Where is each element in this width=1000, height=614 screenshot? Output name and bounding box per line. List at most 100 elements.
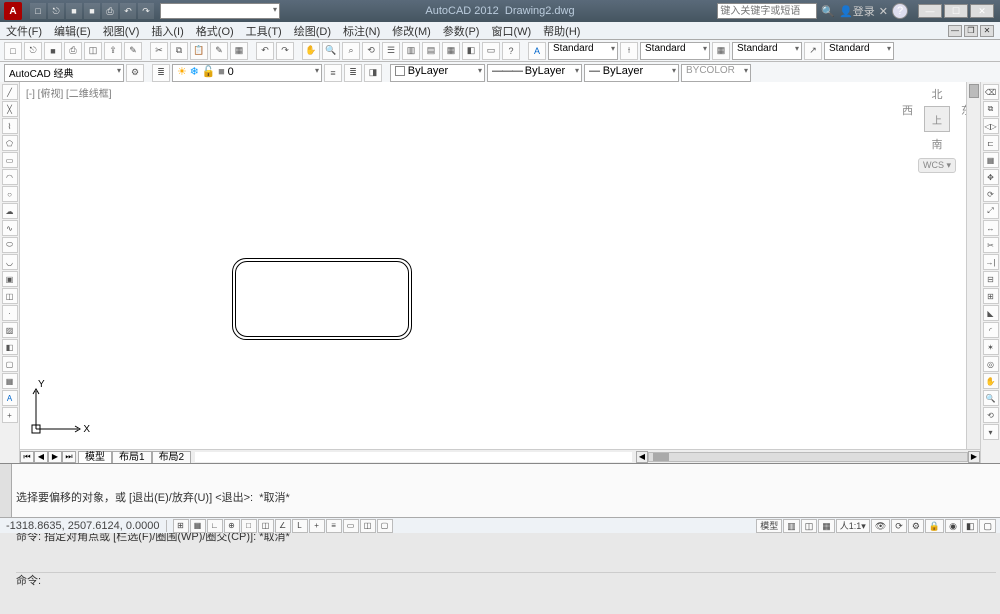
tab-layout1[interactable]: 布局1 [112,451,152,463]
tool-pal-icon[interactable]: ▤ [422,42,440,60]
menu-format[interactable]: 格式(O) [196,23,234,39]
status-qv2-icon[interactable]: ▦ [818,519,835,533]
qp-toggle[interactable]: ◫ [360,519,376,533]
props-icon[interactable]: ☰ [382,42,400,60]
ortho-toggle[interactable]: ∟ [207,519,223,533]
osnap-toggle[interactable]: □ [241,519,257,533]
new-icon[interactable]: □ [30,3,46,19]
doc-minimize-button[interactable]: — [948,25,962,37]
tpy-toggle[interactable]: ▭ [343,519,359,533]
open-icon[interactable]: ⎋ [48,3,64,19]
drawing-canvas[interactable]: [-] [俯视] [二维线框] 北 西上东 南 WCS ▾ Y X [20,82,980,449]
mleaderstyle-icon[interactable]: ↗ [804,42,822,60]
coordinates-readout[interactable]: -1318.8635, 2507.6124, 0.0000 [0,520,167,532]
navbar-zoom-icon[interactable]: 🔍 [983,390,999,406]
rectangle-icon[interactable]: ▭ [2,152,18,168]
rotate-icon[interactable]: ⟳ [983,186,999,202]
viewport-label[interactable]: [-] [俯视] [二维线框] [26,85,112,100]
xline-icon[interactable]: ╳ [2,101,18,117]
wcs-label[interactable]: WCS ▾ [918,158,956,173]
markup-icon[interactable]: ◧ [462,42,480,60]
model-paper-toggle[interactable]: 模型 [756,519,782,533]
tab-layout2[interactable]: 布局2 [152,451,192,463]
dimstyle-select[interactable]: Standard [640,42,710,60]
tablestyle-select[interactable]: Standard [732,42,802,60]
mleaderstyle-select[interactable]: Standard [824,42,894,60]
viewcube[interactable]: 北 西上东 南 WCS ▾ [902,86,972,173]
polar-toggle[interactable]: ⊕ [224,519,240,533]
undo-icon[interactable]: ↶ [120,3,136,19]
extend-icon[interactable]: →| [983,254,999,270]
save-icon[interactable]: ■ [44,42,62,60]
copy-icon[interactable]: ⧉ [170,42,188,60]
search-icon[interactable]: 🔍 [821,5,835,18]
textstyle-icon[interactable]: A [528,42,546,60]
pan-icon[interactable]: ✋ [302,42,320,60]
navbar-pan-icon[interactable]: ✋ [983,373,999,389]
new-icon[interactable]: □ [4,42,22,60]
annovis-toggle[interactable]: 👁 [871,519,890,533]
plot-icon[interactable]: ✎ [124,42,142,60]
zoom-win-icon[interactable]: ⌕ [342,42,360,60]
toolbar-lock-icon[interactable]: 🔒 [925,519,944,533]
tab-prev-icon[interactable]: ◀ [34,451,48,463]
exchange-icon[interactable]: ✕ [879,5,888,18]
stretch-icon[interactable]: ↔ [983,220,999,236]
menu-edit[interactable]: 编辑(E) [54,23,91,39]
workspace-select[interactable]: AutoCAD 经典 [4,64,124,82]
layer-iso-icon[interactable]: ◨ [364,64,382,82]
cmd-handle-icon[interactable] [0,464,12,517]
menu-draw[interactable]: 绘图(D) [294,23,331,39]
minimize-button[interactable]: — [918,4,942,18]
design-icon[interactable]: ▥ [402,42,420,60]
insert-icon[interactable]: ▣ [2,271,18,287]
scale-icon[interactable]: ⤢ [983,203,999,219]
navbar-wheel-icon[interactable]: ◎ [983,356,999,372]
table-icon[interactable]: ▦ [2,373,18,389]
spline-icon[interactable]: ∿ [2,220,18,236]
undo-icon[interactable]: ↶ [256,42,274,60]
tab-last-icon[interactable]: ⏭ [62,451,76,463]
mtext-icon[interactable]: A [2,390,18,406]
hscrollbar[interactable] [648,452,968,462]
annoauto-toggle[interactable]: ⟳ [891,519,907,533]
3dosnap-toggle[interactable]: ◫ [258,519,274,533]
otrack-toggle[interactable]: ∠ [275,519,291,533]
hardware-icon[interactable]: ◉ [945,519,961,533]
grid-toggle[interactable]: ▦ [190,519,206,533]
layer-manager-icon[interactable]: ≣ [152,64,170,82]
menu-help[interactable]: 帮助(H) [543,23,580,39]
menu-param[interactable]: 参数(P) [443,23,480,39]
workspace-selector[interactable]: AutoCAD 经典 [160,3,280,19]
region-icon[interactable]: ▢ [2,356,18,372]
print-icon[interactable]: ⎙ [102,3,118,19]
ellipse-icon[interactable]: ⬭ [2,237,18,253]
calc-icon[interactable]: ▭ [482,42,500,60]
break-icon[interactable]: ⊟ [983,271,999,287]
gradient-icon[interactable]: ◧ [2,339,18,355]
ws-switch-icon[interactable]: ⚙ [908,519,924,533]
hscroll-right-icon[interactable]: ▶ [968,451,980,463]
offset-icon[interactable]: ⊏ [983,135,999,151]
tablestyle-icon[interactable]: ▦ [712,42,730,60]
revcloud-icon[interactable]: ☁ [2,203,18,219]
layer-select[interactable]: ☀ ❄ 🔓 ■ 0 [172,64,322,82]
help-icon[interactable]: ? [892,3,908,19]
layer-prev-icon[interactable]: ≡ [324,64,342,82]
clean-screen-icon[interactable]: ▢ [979,519,996,533]
tab-first-icon[interactable]: ⏮ [20,451,34,463]
match-icon[interactable]: ✎ [210,42,228,60]
app-icon[interactable]: A [4,2,22,20]
paste-icon[interactable]: 📋 [190,42,208,60]
textstyle-select[interactable]: Standard [548,42,618,60]
point-icon[interactable]: · [2,305,18,321]
snap-toggle[interactable]: ⊞ [173,519,189,533]
addsel-icon[interactable]: + [2,407,18,423]
block-icon[interactable]: ▦ [230,42,248,60]
help-icon[interactable]: ? [502,42,520,60]
sheet-icon[interactable]: ▦ [442,42,460,60]
command-window[interactable]: 选择要偏移的对象，或 [退出(E)/放弃(U)] <退出>: *取消* 命令: … [0,463,1000,517]
copy-icon[interactable]: ⧉ [983,101,999,117]
close-button[interactable]: ✕ [970,4,994,18]
menu-tools[interactable]: 工具(T) [246,23,282,39]
